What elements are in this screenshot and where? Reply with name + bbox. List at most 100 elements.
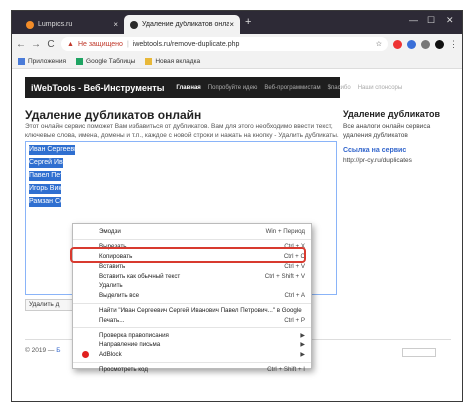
menu-item-writing-direction[interactable]: Направление письма ▶	[73, 340, 311, 350]
menu-separator	[73, 327, 311, 329]
menu-item-paste-plain[interactable]: Вставить как обычный текст Ctrl + Shift +…	[73, 271, 311, 281]
menu-item-select-all[interactable]: Выделить все Ctrl + A	[73, 291, 311, 301]
forward-icon[interactable]: →	[31, 39, 41, 50]
minimize-icon[interactable]: —	[409, 15, 418, 25]
menu-item-inspect[interactable]: Просмотреть код Ctrl + Shift + I	[73, 365, 311, 375]
menu-item-shortcut: Ctrl + V	[284, 262, 305, 270]
menu-kebab-icon[interactable]: ⋮	[449, 39, 458, 50]
menu-item-print[interactable]: Печать... Ctrl + P	[73, 315, 311, 325]
opera-extension-icon[interactable]	[393, 39, 402, 49]
adblock-icon	[82, 350, 89, 358]
tab-strip: Lumpics.ru × Удаление дубликатов онлайн …	[12, 11, 462, 34]
menu-item-emoji[interactable]: Эмодзи Win + Период	[73, 227, 311, 237]
address-bar[interactable]: ▲ Не защищено | iwebtools.ru/remove-dupl…	[61, 37, 388, 51]
menu-separator	[73, 302, 311, 304]
bookmark-apps[interactable]: Приложения	[18, 57, 67, 65]
menu-item-label: Печать...	[99, 316, 125, 324]
menu-item-shortcut: Ctrl + A	[284, 292, 305, 300]
menu-item-shortcut: Ctrl + Shift + I	[267, 365, 305, 373]
reload-icon[interactable]: C	[46, 39, 56, 50]
tab-title: Lumpics.ru	[38, 21, 73, 28]
textarea-line: Павел Петр	[29, 171, 61, 181]
nav-sponsors[interactable]: Наши спонсоры	[358, 85, 402, 91]
warning-icon: ▲	[67, 40, 74, 48]
bookmarks-bar: Приложения Google Таблицы Новая вкладка	[12, 54, 462, 69]
textarea-line: Игорь Викт	[29, 184, 61, 194]
maximize-icon[interactable]: ☐	[427, 15, 435, 26]
menu-item-label: Направление письма	[99, 341, 161, 349]
profile-avatar-icon[interactable]	[435, 39, 444, 49]
extension-gray-icon[interactable]	[421, 39, 430, 49]
menu-separator	[73, 238, 311, 240]
url-text[interactable]: iwebtools.ru/remove-duplicate.php	[133, 41, 240, 48]
footer-copyright: © 2019 —	[25, 347, 55, 354]
iwebtools-favicon-icon	[130, 20, 138, 29]
textarea-line: Иван Сергееви	[29, 145, 75, 155]
nav-webdev[interactable]: Веб-программистам	[264, 85, 320, 91]
back-icon[interactable]: ←	[16, 39, 26, 50]
bookmark-new-tab[interactable]: Новая вкладка	[145, 57, 201, 65]
menu-item-shortcut: Ctrl + Shift + V	[264, 272, 305, 280]
bookmark-sheets[interactable]: Google Таблицы	[76, 57, 136, 65]
sidebar-url: http://pr-cy.ru/duplicates	[343, 157, 412, 164]
bookmark-label: Приложения	[28, 57, 67, 65]
textarea-line: Сергей Иван	[29, 158, 63, 168]
textarea-line: Рамзан Се	[29, 197, 61, 207]
menu-item-search-google[interactable]: Найти "Иван Сергеевич Сергей Иванович Па…	[73, 306, 311, 316]
copy-highlight-ring	[70, 247, 306, 263]
new-tab-button[interactable]: +	[245, 16, 251, 28]
submenu-arrow-icon: ▶	[300, 342, 305, 349]
browser-window: Lumpics.ru × Удаление дубликатов онлайн …	[11, 10, 463, 402]
remove-duplicates-button[interactable]: Удалить д	[25, 299, 75, 311]
menu-item-label: Выделить все	[99, 292, 140, 300]
tab-close-icon[interactable]: ×	[113, 20, 118, 29]
site-logo[interactable]: iWebTools - Веб-Инструменты	[31, 83, 164, 93]
footer-link[interactable]: Б	[56, 347, 60, 354]
menu-item-label: Удалить	[99, 282, 123, 290]
folder-icon	[145, 57, 153, 65]
extension-icon[interactable]	[407, 39, 416, 49]
menu-item-spellcheck[interactable]: Проверка правописания ▶	[73, 330, 311, 340]
sidebar-link[interactable]: Ссылка на сервис	[343, 147, 406, 154]
menu-item-shortcut: Ctrl + P	[284, 316, 305, 324]
sheets-icon	[76, 57, 84, 65]
sidebar-description: Все аналоги онлайн сервиса удаления дубл…	[343, 123, 431, 139]
context-menu: Эмодзи Win + Период Вырезать Ctrl + X Копи…	[72, 223, 312, 373]
address-separator: |	[126, 40, 129, 48]
tab-close-icon[interactable]: ×	[229, 20, 234, 29]
menu-item-label: Вставить	[99, 262, 126, 270]
nav-idea[interactable]: Попробуйте идею	[208, 85, 258, 91]
submenu-arrow-icon: ▶	[300, 352, 305, 359]
menu-item-label: Просмотреть код	[99, 365, 148, 373]
site-header: iWebTools - Веб-Инструменты Главная Попр…	[25, 77, 402, 98]
sidebar-heading: Удаление дубликатов	[343, 109, 441, 119]
menu-item-label: Найти "Иван Сергеевич Сергей Иванович Па…	[99, 306, 302, 314]
address-toolbar: ← → C ▲ Не защищено | iwebtools.ru/remov…	[12, 34, 462, 54]
menu-item-label: Проверка правописания	[99, 331, 169, 339]
footer: © 2019 — Б	[25, 347, 60, 354]
language-select[interactable]	[402, 348, 436, 357]
page-description: Этот онлайн сервис поможет Вам избавитьс…	[25, 123, 339, 139]
bookmark-star-icon[interactable]: ☆	[376, 40, 382, 48]
menu-separator	[73, 361, 311, 363]
menu-item-shortcut: Win + Период	[265, 228, 305, 236]
tab-title: Удаление дубликатов онлайн	[142, 21, 230, 28]
menu-item-label: Вставить как обычный текст	[99, 272, 181, 280]
menu-item-label: Эмодзи	[99, 228, 121, 236]
window-close-icon[interactable]: ✕	[446, 15, 454, 26]
tab-lumpics[interactable]: Lumpics.ru ×	[20, 15, 124, 34]
page-title: Удаление дубликатов онлайн	[25, 108, 202, 122]
menu-item-adblock[interactable]: AdBlock ▶	[73, 350, 311, 360]
security-label[interactable]: Не защищено	[78, 41, 123, 48]
nav-home[interactable]: Главная	[176, 85, 200, 91]
menu-item-label: AdBlock	[99, 351, 122, 359]
nav-thanks[interactable]: $пасибо	[328, 85, 351, 91]
tab-remove-duplicates[interactable]: Удаление дубликатов онлайн ×	[124, 15, 240, 34]
lumpics-favicon-icon	[26, 20, 34, 29]
bookmark-label: Новая вкладка	[155, 57, 201, 65]
submenu-arrow-icon: ▶	[300, 332, 305, 339]
web-page: iWebTools - Веб-Инструменты Главная Попр…	[12, 69, 462, 401]
menu-item-delete[interactable]: Удалить	[73, 281, 311, 291]
apps-grid-icon	[18, 57, 25, 65]
bookmark-label: Google Таблицы	[86, 57, 136, 65]
